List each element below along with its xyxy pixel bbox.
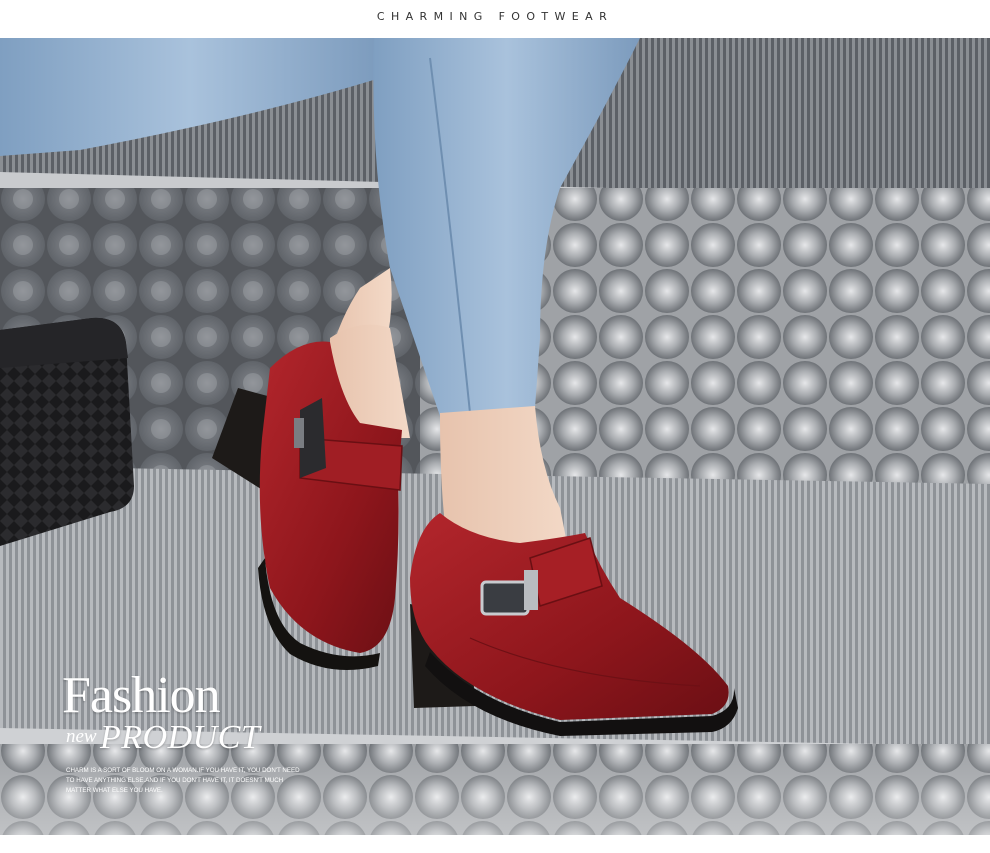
page-footer-strip [0, 835, 990, 853]
product-label: PRODUCT [100, 719, 261, 756]
new-label: new [66, 726, 97, 747]
fashion-new-product-overlay: Fashion new PRODUCT CHARM IS A SORT OF B… [62, 670, 322, 800]
brand-tagline: CHARMING FOOTWEAR [376, 10, 614, 23]
fashion-headline: Fashion [62, 667, 221, 724]
page-header: CHARMING FOOTWEAR [0, 0, 990, 38]
charm-quote: CHARM IS A SORT OF BLOOM ON A WOMAN.IF Y… [66, 767, 300, 794]
